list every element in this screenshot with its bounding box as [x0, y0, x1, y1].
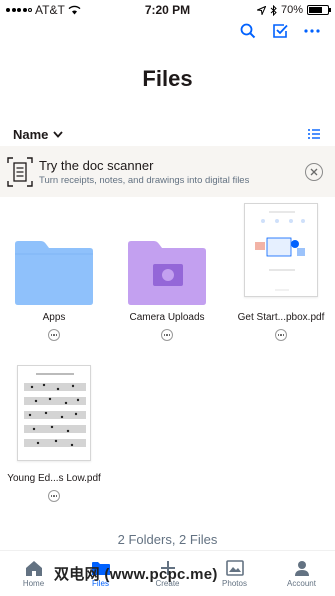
- bluetooth-icon: [270, 4, 277, 16]
- watermark: 双电网 (www.pcpc.me): [54, 566, 218, 583]
- close-icon[interactable]: [305, 162, 323, 181]
- nav-label: Account: [287, 579, 316, 588]
- sort-button[interactable]: Name: [13, 127, 48, 142]
- photos-icon: [225, 559, 245, 577]
- page-title: Files: [142, 66, 193, 91]
- status-bar: AT&T 7:20 PM 70%: [0, 0, 335, 20]
- folder-icon: [0, 210, 109, 306]
- nav-account[interactable]: Account: [268, 551, 335, 596]
- carrier-label: AT&T: [35, 3, 65, 17]
- account-icon: [292, 559, 312, 577]
- chevron-down-icon[interactable]: [53, 129, 64, 139]
- search-icon[interactable]: [239, 22, 257, 40]
- file-item-young-ed[interactable]: Young Ed...s Low.pdf: [0, 365, 109, 502]
- battery-icon: [307, 5, 331, 15]
- folder-summary: 2 Folders, 2 Files: [117, 532, 218, 547]
- folder-item-apps[interactable]: Apps: [0, 210, 109, 341]
- more-options-button[interactable]: [275, 329, 287, 341]
- more-options-button[interactable]: [48, 490, 60, 502]
- home-icon: [24, 559, 44, 577]
- nav-label: Home: [22, 579, 45, 588]
- more-options-button[interactable]: [48, 329, 60, 341]
- item-name: Young Ed...s Low.pdf: [7, 473, 101, 484]
- list-view-icon[interactable]: [307, 127, 321, 141]
- file-item-get-started[interactable]: Get Start...pbox.pdf: [226, 203, 335, 341]
- more-horizontal-icon[interactable]: [303, 22, 321, 40]
- signal-icon: [6, 8, 32, 12]
- nav-label: Photos: [222, 579, 247, 588]
- doc-scanner-icon: [7, 156, 33, 187]
- banner-title: Try the doc scanner: [39, 157, 154, 173]
- banner-subtitle: Turn receipts, notes, and drawings into …: [39, 174, 250, 186]
- location-icon: [256, 5, 266, 15]
- select-checkbox-icon[interactable]: [271, 22, 289, 40]
- battery-percent: 70%: [280, 4, 303, 16]
- pdf-thumbnail: [17, 365, 91, 461]
- item-name: Camera Uploads: [129, 312, 205, 323]
- pdf-thumbnail: [244, 203, 318, 297]
- item-name: Get Start...pbox.pdf: [237, 312, 325, 323]
- sort-row: Name: [13, 124, 321, 144]
- header-actions: [239, 22, 321, 40]
- more-options-button[interactable]: [161, 329, 173, 341]
- doc-scanner-banner[interactable]: Try the doc scanner Turn receipts, notes…: [0, 146, 335, 197]
- camera-folder-icon: [112, 210, 222, 306]
- item-name: Apps: [42, 312, 66, 323]
- folder-item-camera-uploads[interactable]: Camera Uploads: [112, 210, 222, 341]
- wifi-icon: [68, 5, 81, 15]
